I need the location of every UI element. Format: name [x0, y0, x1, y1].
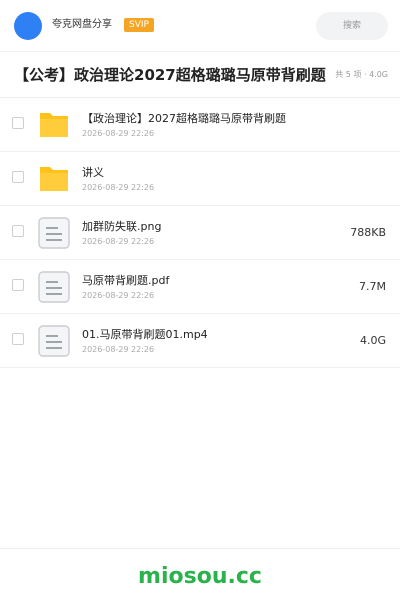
file-name[interactable]: 马原带背刷题.pdf: [82, 274, 169, 288]
file-size: 788KB: [350, 226, 386, 239]
folder-icon: [40, 113, 68, 137]
avatar[interactable]: [14, 12, 42, 40]
file-icon: [38, 217, 70, 249]
file-date: 2026-08-29 22:26: [82, 237, 155, 246]
file-date: 2026-08-29 22:26: [82, 183, 155, 192]
header-bar: 夸克网盘分享 SVIP 搜索: [0, 0, 400, 52]
file-date: 2026-08-29 22:26: [82, 129, 155, 138]
row-checkbox[interactable]: [12, 117, 24, 129]
file-icon: [38, 271, 70, 303]
row-checkbox[interactable]: [12, 225, 24, 237]
row-checkbox[interactable]: [12, 171, 24, 183]
file-name[interactable]: 01.马原带背刷题01.mp4: [82, 328, 208, 342]
file-name[interactable]: 加群防失联.png: [82, 220, 161, 234]
file-size: 4.0G: [359, 334, 386, 347]
file-row[interactable]: 讲义 2026-08-29 22:26: [0, 152, 400, 206]
share-owner-name: 夸克网盘分享: [52, 19, 112, 30]
svip-badge: SVIP: [124, 18, 154, 32]
site-brand-link[interactable]: miosou.cc: [0, 563, 400, 591]
file-icon: [38, 325, 70, 357]
row-checkbox[interactable]: [12, 279, 24, 291]
file-row[interactable]: 马原带背刷题.pdf 2026-08-29 22:26 7.7M: [0, 260, 400, 314]
page-title: 【公考】政治理论2027超格璐璐马原带背刷题: [14, 66, 326, 84]
file-name[interactable]: 【政治理论】2027超格璐璐马原带背刷题: [82, 112, 286, 126]
file-date: 2026-08-29 22:26: [82, 345, 155, 354]
file-row[interactable]: 加群防失联.png 2026-08-29 22:26 788KB: [0, 206, 400, 260]
row-checkbox[interactable]: [12, 333, 24, 345]
folder-icon: [40, 167, 68, 191]
folder-summary: 共 5 项 · 4.0G: [335, 70, 388, 79]
search-input[interactable]: 搜索: [316, 12, 388, 40]
file-name[interactable]: 讲义: [82, 166, 104, 180]
file-list: 【政治理论】2027超格璐璐马原带背刷题 2026-08-29 22:26 讲义…: [0, 98, 400, 368]
file-row[interactable]: 01.马原带背刷题01.mp4 2026-08-29 22:26 4.0G: [0, 314, 400, 368]
footer-bar: miosou.cc: [0, 548, 400, 600]
file-row[interactable]: 【政治理论】2027超格璐璐马原带背刷题 2026-08-29 22:26: [0, 98, 400, 152]
file-size: 7.7M: [359, 280, 386, 293]
folder-title-row: 【公考】政治理论2027超格璐璐马原带背刷题 共 5 项 · 4.0G: [0, 52, 400, 98]
file-date: 2026-08-29 22:26: [82, 291, 155, 300]
